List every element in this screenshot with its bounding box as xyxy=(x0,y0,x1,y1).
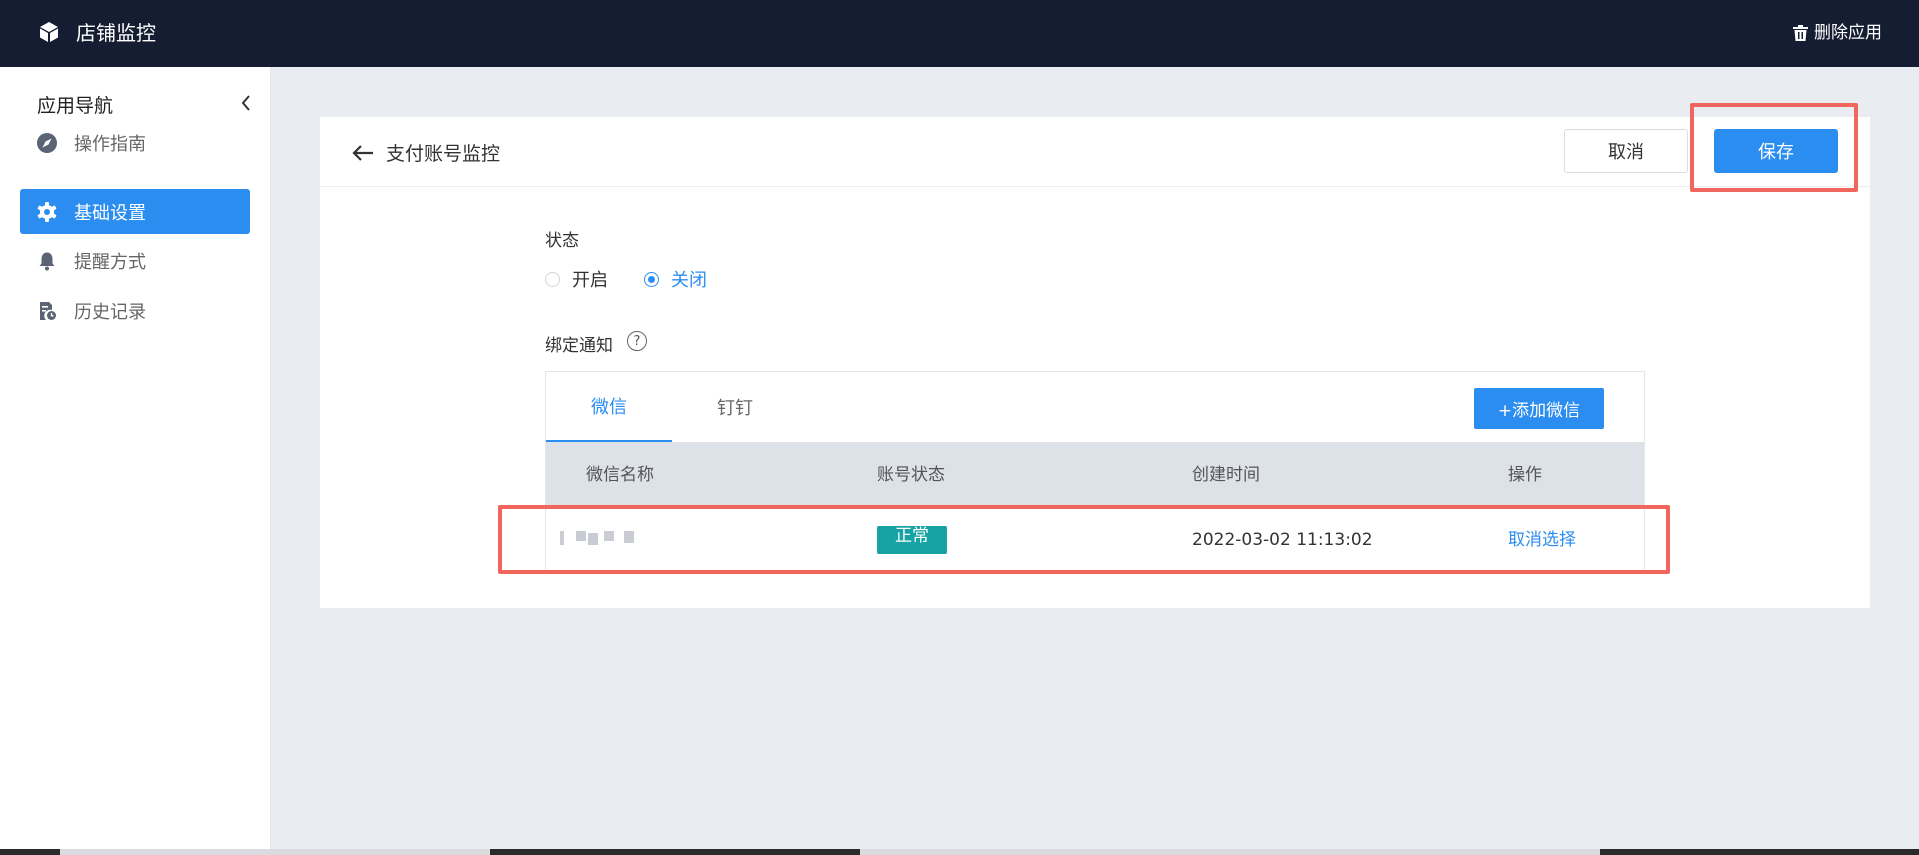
tab-wechat[interactable]: 微信 xyxy=(546,372,672,442)
column-header: 账号状态 xyxy=(877,465,945,485)
sidebar-item-reminder[interactable]: 提醒方式 xyxy=(20,238,250,283)
radio-circle xyxy=(545,271,560,287)
highlight-row-box xyxy=(498,505,1670,574)
sidebar-item-label: 操作指南 xyxy=(74,133,146,155)
status-on-radio[interactable]: 开启 xyxy=(545,266,608,292)
column-header: 创建时间 xyxy=(1192,465,1260,485)
card-header: 支付账号监控 取消 保存 xyxy=(320,117,1870,187)
sidebar-item-label: 历史记录 xyxy=(74,301,146,323)
history-document-icon xyxy=(36,300,58,322)
compass-icon xyxy=(36,132,58,154)
top-bar: 店铺监控 删除应用 xyxy=(0,0,1919,67)
add-wechat-button[interactable]: +添加微信 xyxy=(1474,388,1604,429)
column-header: 操作 xyxy=(1508,465,1542,485)
cube-icon xyxy=(40,22,58,42)
notify-tabs: 微信 钉钉 xyxy=(546,372,798,442)
sidebar-item-label: 基础设置 xyxy=(74,202,146,224)
status-label: 状态 xyxy=(545,231,579,251)
cancel-button[interactable]: 取消 xyxy=(1564,129,1688,173)
sidebar-title: 应用导航 xyxy=(37,95,114,117)
page-title: 支付账号监控 xyxy=(386,143,501,165)
table-header: 微信名称 账号状态 创建时间 操作 xyxy=(546,442,1644,508)
bell-icon xyxy=(36,250,58,272)
radio-circle xyxy=(644,271,659,287)
delete-app-button[interactable]: 删除应用 xyxy=(1793,21,1882,45)
sidebar-item-basic-settings[interactable]: 基础设置 xyxy=(20,189,250,234)
radio-label: 开启 xyxy=(572,270,608,291)
radio-label: 关闭 xyxy=(671,270,707,291)
sidebar: 应用导航 操作指南 基础设置 提醒方式 历史记录 xyxy=(0,67,271,855)
sidebar-item-guide[interactable]: 操作指南 xyxy=(20,120,250,165)
column-header: 微信名称 xyxy=(586,465,654,485)
trash-icon xyxy=(1793,25,1808,41)
app-title: 店铺监控 xyxy=(76,21,156,45)
sidebar-item-history[interactable]: 历史记录 xyxy=(20,288,250,333)
highlight-save-box xyxy=(1690,103,1858,192)
bottom-bar xyxy=(0,849,1919,855)
gear-icon xyxy=(36,201,58,223)
bind-notify-label: 绑定通知 xyxy=(545,336,613,356)
status-radio-group: 开启 关闭 xyxy=(545,266,743,292)
delete-app-label: 删除应用 xyxy=(1814,23,1882,43)
tab-dingtalk[interactable]: 钉钉 xyxy=(672,372,798,442)
sidebar-item-label: 提醒方式 xyxy=(74,251,146,273)
status-off-radio[interactable]: 关闭 xyxy=(644,266,707,292)
chevron-left-icon[interactable] xyxy=(238,93,254,113)
back-button[interactable]: 支付账号监控 xyxy=(352,139,500,166)
arrow-left-icon xyxy=(352,144,373,161)
help-icon[interactable]: ? xyxy=(627,331,647,351)
